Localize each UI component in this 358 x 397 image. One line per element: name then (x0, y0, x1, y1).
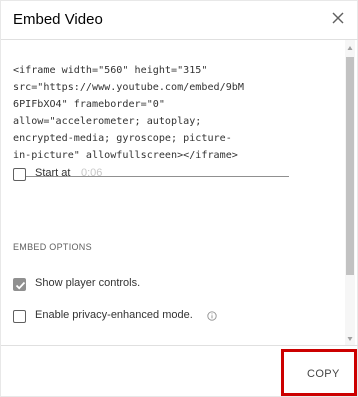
embed-code-line: in-picture" allowfullscreen></iframe> (13, 150, 238, 161)
embed-options-heading: EMBED OPTIONS (13, 242, 92, 252)
embed-code-line: encrypted-media; gyroscope; picture- (13, 133, 232, 144)
show-player-controls-checkbox[interactable] (13, 278, 26, 291)
copy-button[interactable]: COPY (307, 368, 340, 380)
footer-divider (1, 345, 358, 346)
scrollbar-thumb[interactable] (346, 57, 354, 275)
embed-code-textarea[interactable]: <iframe width="560" height="315" src="ht… (13, 62, 341, 164)
embed-code-line: <iframe width="560" height="315" (13, 65, 208, 76)
start-at-label: Start at (35, 167, 71, 179)
dialog-content: <iframe width="560" height="315" src="ht… (1, 40, 358, 345)
privacy-mode-checkbox[interactable] (13, 310, 26, 323)
close-icon[interactable] (331, 11, 345, 25)
dialog-title: Embed Video (13, 11, 103, 28)
scroll-up-arrow-icon[interactable] (347, 45, 353, 51)
start-at-time-input[interactable]: 0:06 (81, 167, 102, 179)
info-icon[interactable] (207, 311, 217, 321)
embed-code-line: src="https://www.youtube.com/embed/9bM (13, 82, 244, 93)
embed-code-line: 6PIFbXO4" frameborder="0" (13, 99, 165, 110)
privacy-mode-label: Enable privacy-enhanced mode. (35, 309, 193, 321)
start-at-checkbox[interactable] (13, 168, 26, 181)
show-player-controls-label: Show player controls. (35, 277, 141, 289)
dialog-header: Embed Video (1, 1, 358, 39)
scroll-down-arrow-icon[interactable] (347, 336, 353, 342)
embed-code-line: allow="accelerometer; autoplay; (13, 116, 202, 127)
check-icon (15, 281, 26, 290)
embed-video-dialog: Embed Video <iframe width="560" height="… (0, 0, 358, 397)
